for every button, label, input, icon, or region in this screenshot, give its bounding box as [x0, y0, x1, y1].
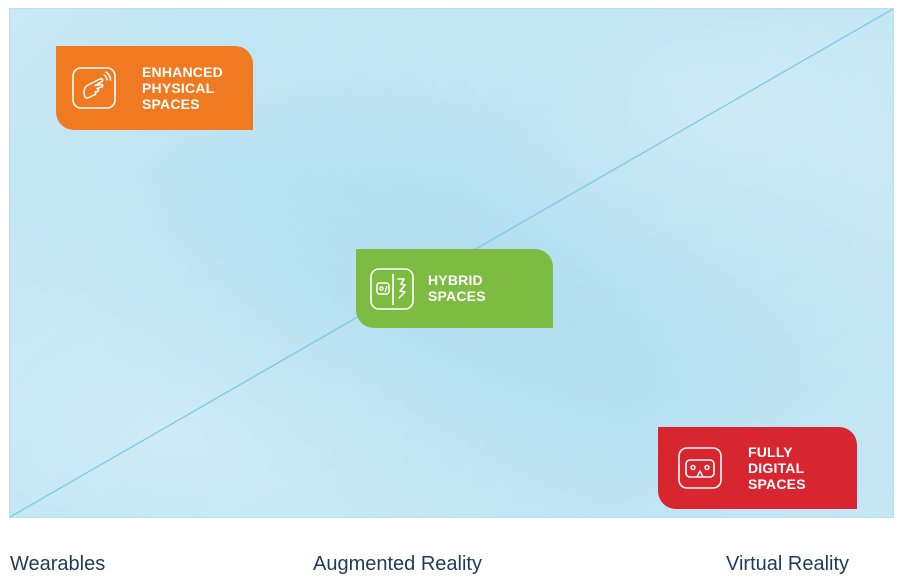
hybrid-spaces-badge: HYBRID SPACES [356, 249, 553, 328]
axis-label-virtual-reality: Virtual Reality [726, 553, 850, 575]
badge-label: HYBRID SPACES [428, 272, 486, 304]
vr-headset-icon [678, 447, 722, 489]
badge-label: FULLY DIGITAL SPACES [748, 444, 806, 492]
pointing-hand-icon [72, 67, 116, 109]
enhanced-physical-spaces-badge: ENHANCED PHYSICAL SPACES [56, 46, 253, 130]
axis-label-wearables: Wearables [10, 553, 106, 575]
hybrid-face-icon [370, 267, 414, 310]
axis-label-augmented-reality: Augmented Reality [313, 553, 482, 575]
badge-label: ENHANCED PHYSICAL SPACES [142, 64, 223, 112]
fully-digital-spaces-badge: FULLY DIGITAL SPACES [658, 427, 857, 509]
